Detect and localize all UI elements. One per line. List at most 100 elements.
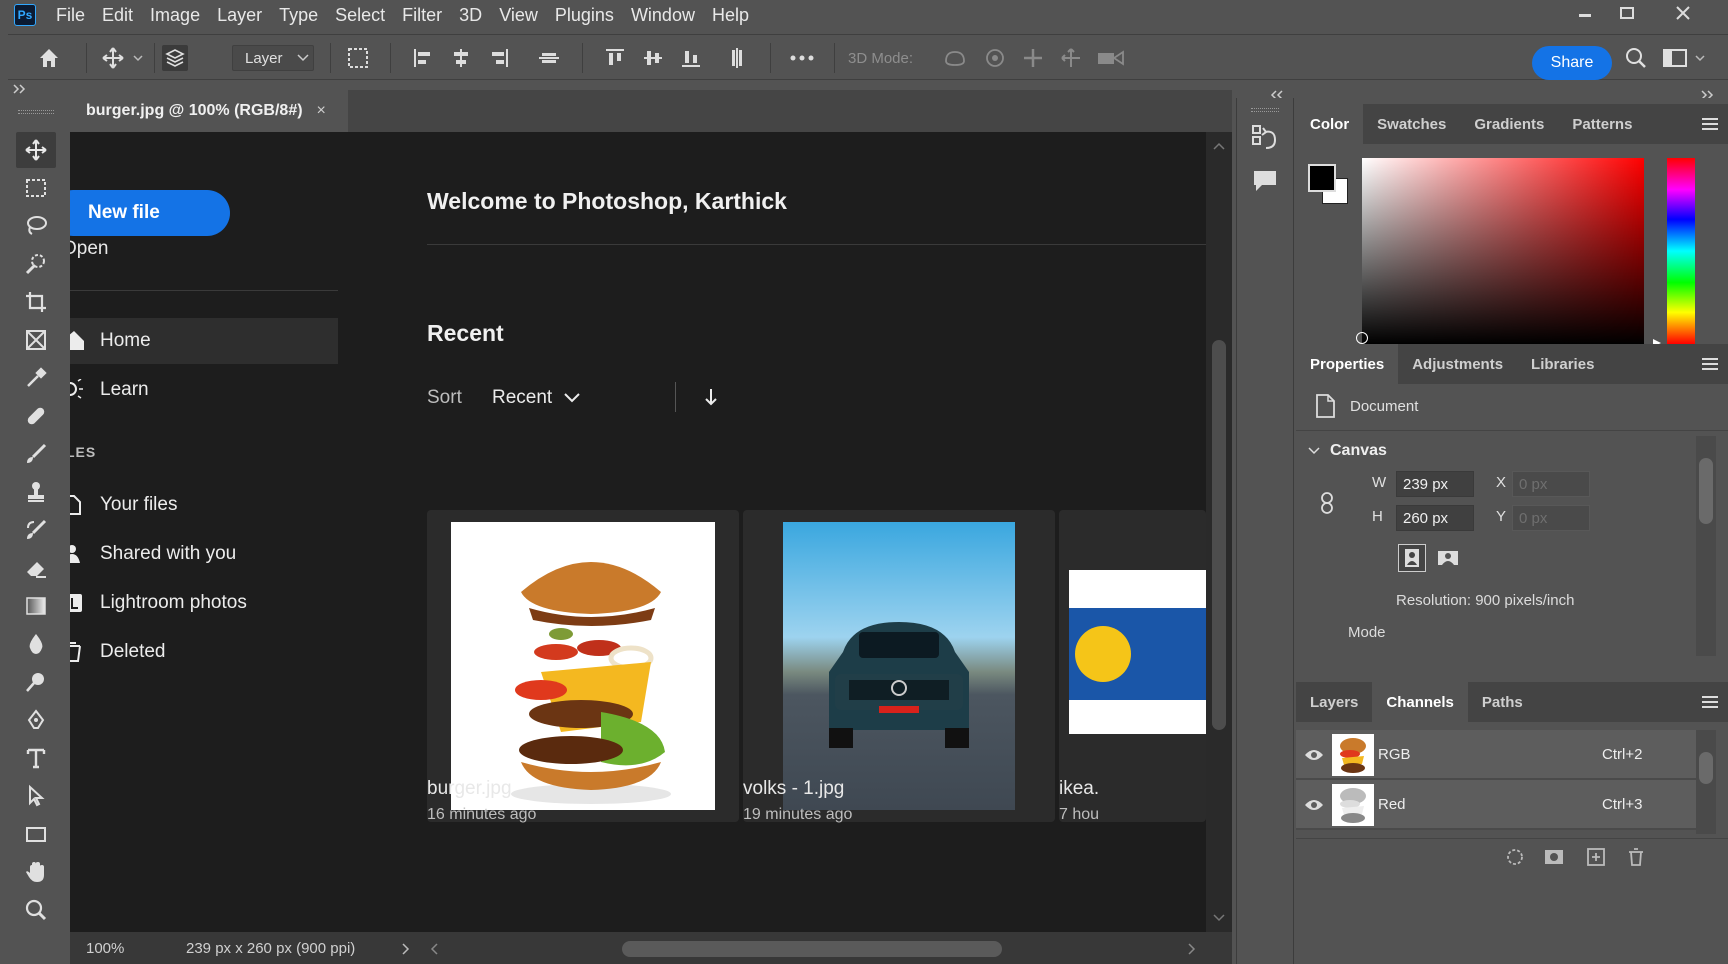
brush-tool[interactable] <box>16 436 56 472</box>
vertical-scroll-thumb[interactable] <box>1212 340 1226 730</box>
comments-panel-button[interactable] <box>1251 168 1279 194</box>
delete-channel-icon[interactable] <box>1626 847 1646 867</box>
channels-scroll-thumb[interactable] <box>1699 752 1713 784</box>
3d-slide-button[interactable] <box>1056 35 1086 81</box>
document-tab[interactable]: burger.jpg @ 100% (RGB/8#) × <box>70 90 348 132</box>
menu-edit[interactable]: Edit <box>102 5 133 26</box>
move-tool-preset[interactable] <box>100 35 148 81</box>
tab-swatches[interactable]: Swatches <box>1363 104 1460 144</box>
recent-file-name[interactable]: ikea. <box>1059 778 1099 800</box>
path-selection-tool[interactable] <box>16 778 56 814</box>
menu-type[interactable]: Type <box>279 5 318 26</box>
lasso-tool[interactable] <box>16 208 56 244</box>
crop-tool[interactable] <box>16 284 56 320</box>
type-tool[interactable] <box>16 740 56 776</box>
zoom-tool[interactable] <box>16 892 56 928</box>
status-menu-arrow-icon[interactable] <box>402 943 410 955</box>
align-left-button[interactable] <box>408 35 438 81</box>
marquee-tool[interactable] <box>16 170 56 206</box>
search-button[interactable] <box>1620 35 1652 81</box>
tab-paths[interactable]: Paths <box>1468 682 1537 722</box>
sort-dropdown[interactable]: Recent <box>492 387 580 409</box>
channel-row-rgb[interactable]: RGB Ctrl+2 <box>1296 730 1696 780</box>
nav-learn[interactable]: Learn <box>70 367 338 413</box>
recent-file-card-ikea[interactable] <box>1059 510 1206 822</box>
channels-panel-menu-icon[interactable] <box>1702 696 1718 708</box>
menu-view[interactable]: View <box>499 5 538 26</box>
distribute-horizontal-button[interactable] <box>534 35 564 81</box>
properties-scrollbar[interactable] <box>1696 436 1716 656</box>
portrait-orientation-button[interactable] <box>1398 544 1426 572</box>
eyedropper-tool[interactable] <box>16 360 56 396</box>
color-panel-menu-icon[interactable] <box>1702 118 1718 130</box>
recent-file-name[interactable]: burger.jpg <box>427 778 512 800</box>
more-options-button[interactable] <box>784 35 820 81</box>
landscape-orientation-button[interactable] <box>1434 544 1462 572</box>
color-picker-cursor[interactable] <box>1356 332 1368 344</box>
menu-select[interactable]: Select <box>335 5 385 26</box>
align-bottom-button[interactable] <box>676 35 706 81</box>
new-file-button[interactable]: New file <box>70 190 230 236</box>
close-window-button[interactable] <box>1660 0 1706 26</box>
maximize-button[interactable] <box>1604 0 1650 26</box>
canvas-section-header[interactable]: Canvas <box>1308 442 1387 460</box>
menu-layer[interactable]: Layer <box>217 5 262 26</box>
sort-direction-button[interactable] <box>704 388 718 406</box>
horizontal-scroll-thumb[interactable] <box>622 941 1002 957</box>
recent-file-name[interactable]: volks - 1.jpg <box>743 778 844 800</box>
tab-layers[interactable]: Layers <box>1296 682 1372 722</box>
share-button[interactable]: Share <box>1532 46 1612 80</box>
3d-camera-button[interactable] <box>1094 35 1128 81</box>
history-brush-tool[interactable] <box>16 512 56 548</box>
color-swatch-pair[interactable] <box>1308 164 1348 204</box>
distribute-vertical-button[interactable] <box>722 35 752 81</box>
blur-tool[interactable] <box>16 626 56 662</box>
toolbar-grip[interactable] <box>18 110 54 114</box>
tab-libraries[interactable]: Libraries <box>1517 344 1608 384</box>
dodge-tool[interactable] <box>16 664 56 700</box>
home-vertical-scrollbar[interactable] <box>1206 132 1232 932</box>
height-input[interactable]: 260 px <box>1396 505 1474 531</box>
3d-orbit-button[interactable] <box>940 35 970 81</box>
scroll-right-icon[interactable] <box>1188 943 1196 955</box>
tab-gradients[interactable]: Gradients <box>1460 104 1558 144</box>
open-button[interactable]: Open <box>70 238 262 268</box>
tab-color[interactable]: Color <box>1296 104 1364 144</box>
clone-stamp-tool[interactable] <box>16 474 56 510</box>
pen-tool[interactable] <box>16 702 56 738</box>
menu-window[interactable]: Window <box>631 5 695 26</box>
x-input[interactable]: 0 px <box>1512 471 1590 497</box>
link-dimensions-icon[interactable] <box>1320 492 1334 514</box>
properties-panel-menu-icon[interactable] <box>1702 358 1718 370</box>
auto-select-toggle[interactable] <box>158 35 192 81</box>
workspace-switcher[interactable] <box>1660 35 1710 81</box>
align-right-button[interactable] <box>484 35 514 81</box>
history-panel-button[interactable] <box>1251 124 1279 152</box>
hand-tool[interactable] <box>16 854 56 890</box>
menu-3d[interactable]: 3D <box>459 5 482 26</box>
menu-file[interactable]: File <box>56 5 85 26</box>
y-input[interactable]: 0 px <box>1512 505 1590 531</box>
minimize-button[interactable] <box>1562 0 1608 26</box>
color-picker-field[interactable] <box>1356 158 1644 344</box>
dock-grip[interactable] <box>1251 108 1279 112</box>
rectangle-tool[interactable] <box>16 816 56 852</box>
save-selection-icon[interactable] <box>1544 847 1564 867</box>
channels-scrollbar[interactable] <box>1696 730 1716 834</box>
eraser-tool[interactable] <box>16 550 56 586</box>
new-channel-icon[interactable] <box>1586 847 1606 867</box>
recent-file-card-volks[interactable] <box>743 510 1055 822</box>
nav-shared-with-you[interactable]: Shared with you <box>70 531 338 577</box>
gradient-tool[interactable] <box>16 588 56 624</box>
recent-file-card-burger[interactable] <box>427 510 739 822</box>
tab-patterns[interactable]: Patterns <box>1558 104 1646 144</box>
tab-channels[interactable]: Channels <box>1372 682 1468 722</box>
nav-your-files[interactable]: Your files <box>70 482 338 528</box>
transform-controls-toggle[interactable] <box>338 35 378 81</box>
tab-adjustments[interactable]: Adjustments <box>1398 344 1517 384</box>
menu-filter[interactable]: Filter <box>402 5 442 26</box>
menu-image[interactable]: Image <box>150 5 200 26</box>
menu-plugins[interactable]: Plugins <box>555 5 614 26</box>
align-top-button[interactable] <box>600 35 630 81</box>
close-tab-icon[interactable]: × <box>317 102 326 120</box>
